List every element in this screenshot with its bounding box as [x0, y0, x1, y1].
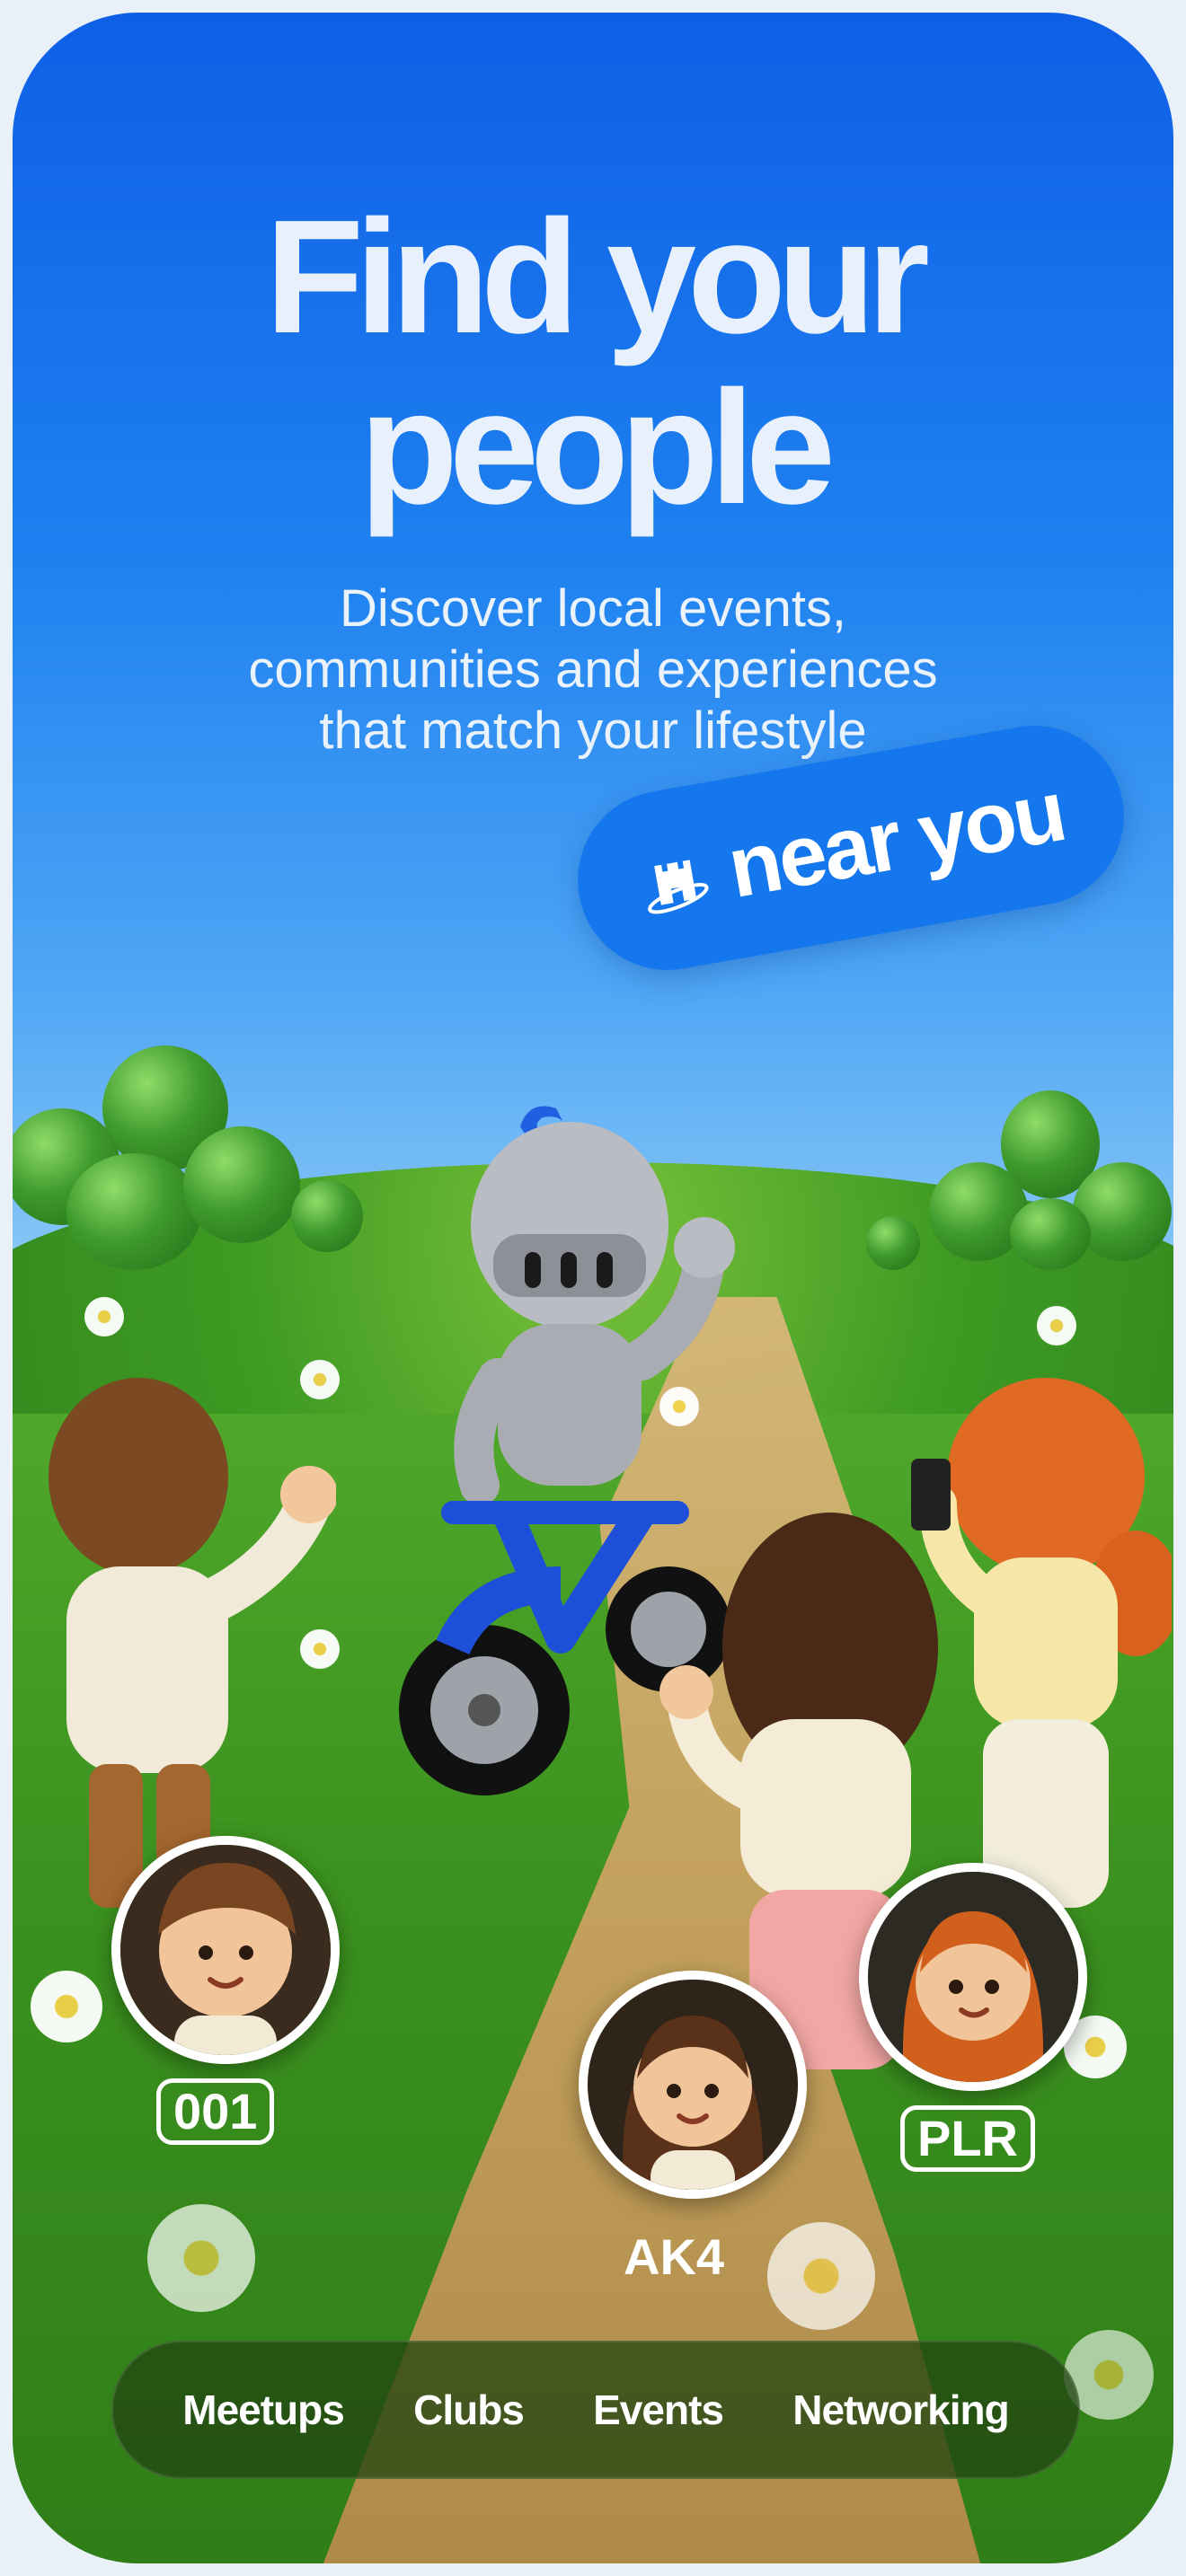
bush	[1010, 1198, 1091, 1270]
bush	[66, 1153, 201, 1270]
category-bar: Meetups Clubs Events Networking	[111, 2341, 1080, 2479]
flower	[31, 1971, 102, 2042]
avatar-plr[interactable]	[859, 1863, 1087, 2091]
subtitle-line-2: communities and experiences	[248, 640, 938, 699]
redhead-avatar-image	[868, 1872, 1078, 2082]
near-you-label: near you	[721, 763, 1071, 916]
avatar-001[interactable]	[111, 1836, 340, 2064]
avatar-ak4[interactable]	[579, 1971, 807, 2199]
bush	[866, 1216, 920, 1270]
bush	[183, 1126, 300, 1243]
castle-icon	[648, 860, 709, 914]
girl-avatar-image	[588, 1980, 798, 2190]
flower	[147, 2204, 255, 2312]
avatar-tag-ak4: AK4	[624, 2228, 725, 2285]
category-meetups[interactable]: Meetups	[182, 2386, 345, 2434]
subtitle-line-1: Discover local events,	[339, 579, 847, 638]
flower	[1037, 1306, 1076, 1345]
boy-avatar-image	[120, 1845, 331, 2055]
page-title: Find your people	[13, 192, 1173, 534]
app-screen: Find your people Discover local events, …	[13, 13, 1173, 2563]
category-events[interactable]: Events	[593, 2386, 724, 2434]
redhead-girl-figure-illustration	[911, 1378, 1172, 1908]
category-clubs[interactable]: Clubs	[413, 2386, 525, 2434]
title-line-1: Find your	[265, 187, 930, 367]
avatar-tag-plr: PLR	[900, 2105, 1035, 2172]
avatar-tag-001: 001	[156, 2078, 275, 2145]
bush	[291, 1180, 363, 1252]
category-networking[interactable]: Networking	[792, 2386, 1009, 2434]
subtitle: Discover local events, communities and e…	[102, 578, 1084, 762]
flower	[84, 1297, 124, 1337]
title-line-2: people	[358, 357, 836, 538]
flower	[767, 2222, 875, 2330]
boy-figure-illustration	[49, 1378, 336, 1908]
